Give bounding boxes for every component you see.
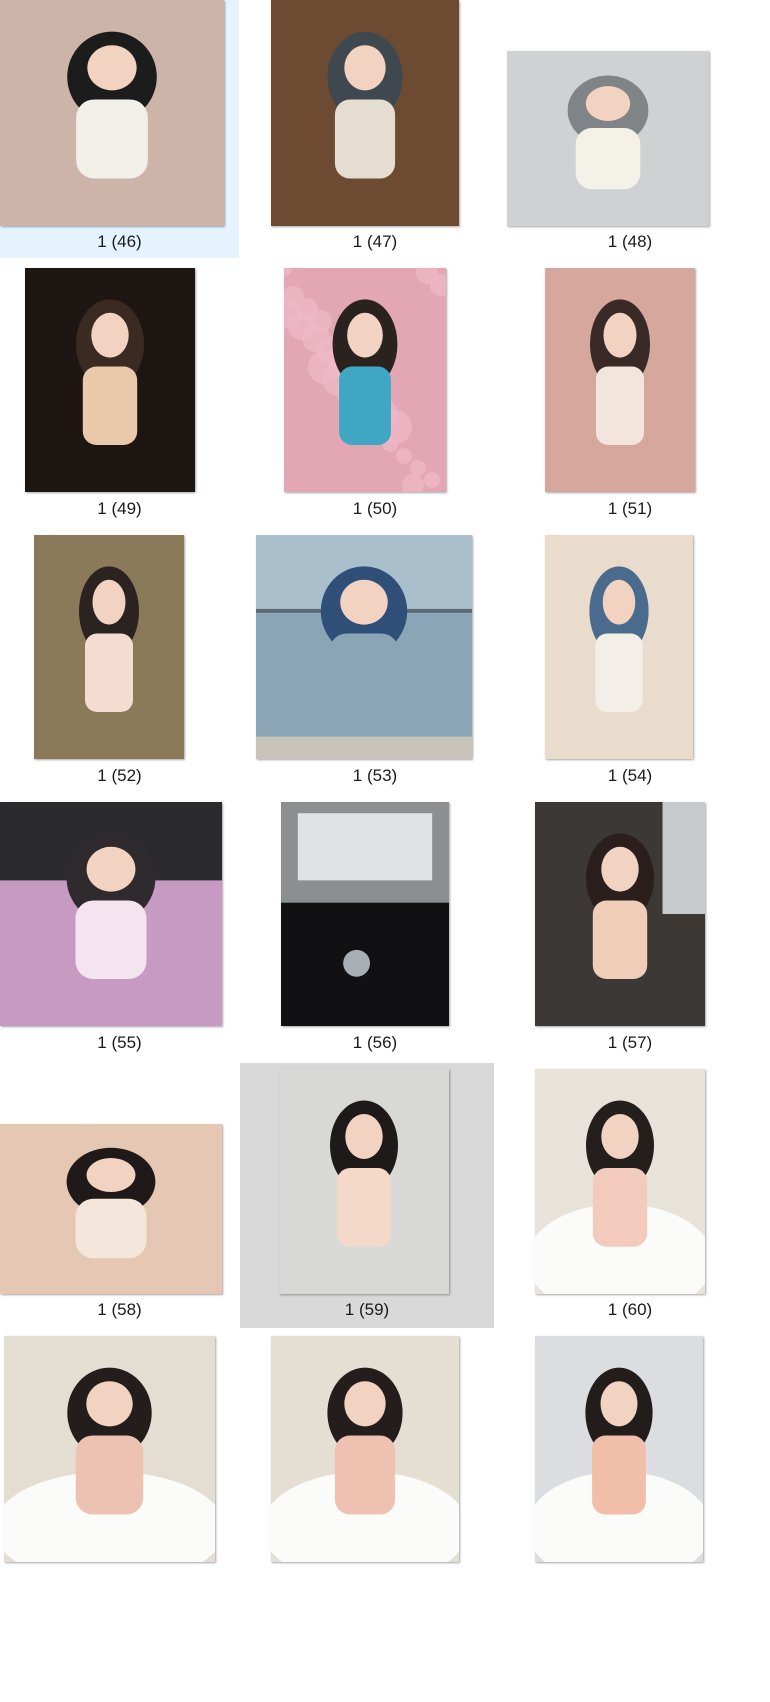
photo-thumbnail-icon[interactable] (284, 268, 446, 492)
file-name-label: 1 (46) (97, 232, 142, 251)
photo-thumbnail-icon[interactable] (279, 1069, 449, 1294)
file-name-label: 1 (51) (607, 499, 653, 518)
photo-thumbnail-icon[interactable] (4, 1336, 215, 1562)
photo-thumbnail-icon[interactable] (271, 0, 459, 226)
photo-thumbnail-icon[interactable] (545, 535, 693, 759)
photo-thumbnail-icon[interactable] (507, 51, 709, 226)
photo-thumbnail-icon[interactable] (0, 1124, 222, 1294)
photo-thumbnail-icon[interactable] (0, 802, 222, 1026)
photo-thumbnail-icon[interactable] (0, 0, 224, 226)
file-grid: 1 (46) 1 (47) 1 (48) 1 (49) 1 (50) 1 (51) 1 (5… (0, 0, 770, 1702)
file-name-label: 1 (50) (352, 499, 398, 518)
file-name-label: 1 (47) (352, 232, 398, 251)
photo-thumbnail-icon[interactable] (535, 1336, 703, 1562)
photo-thumbnail-icon[interactable] (545, 268, 695, 492)
file-name-label: 1 (58) (97, 1300, 142, 1319)
file-name-label: 1 (48) (607, 232, 653, 251)
photo-thumbnail-icon[interactable] (535, 802, 705, 1026)
file-name-label: 1 (55) (97, 1033, 142, 1052)
photo-thumbnail-icon[interactable] (25, 268, 195, 492)
file-name-label: 1 (53) (352, 766, 398, 785)
file-name-label: 1 (49) (97, 499, 142, 518)
photo-thumbnail-icon[interactable] (281, 802, 449, 1026)
file-name-label: 1 (52) (97, 766, 142, 785)
photo-thumbnail-icon[interactable] (256, 535, 472, 759)
file-name-label: 1 (57) (607, 1033, 653, 1052)
photo-thumbnail-icon[interactable] (535, 1069, 705, 1294)
photo-thumbnail-icon[interactable] (34, 535, 184, 759)
file-name-label: 1 (59) (344, 1300, 390, 1319)
photo-thumbnail-icon[interactable] (271, 1336, 459, 1562)
file-name-label: 1 (60) (607, 1300, 653, 1319)
file-name-label: 1 (54) (607, 766, 653, 785)
file-name-label: 1 (56) (352, 1033, 398, 1052)
